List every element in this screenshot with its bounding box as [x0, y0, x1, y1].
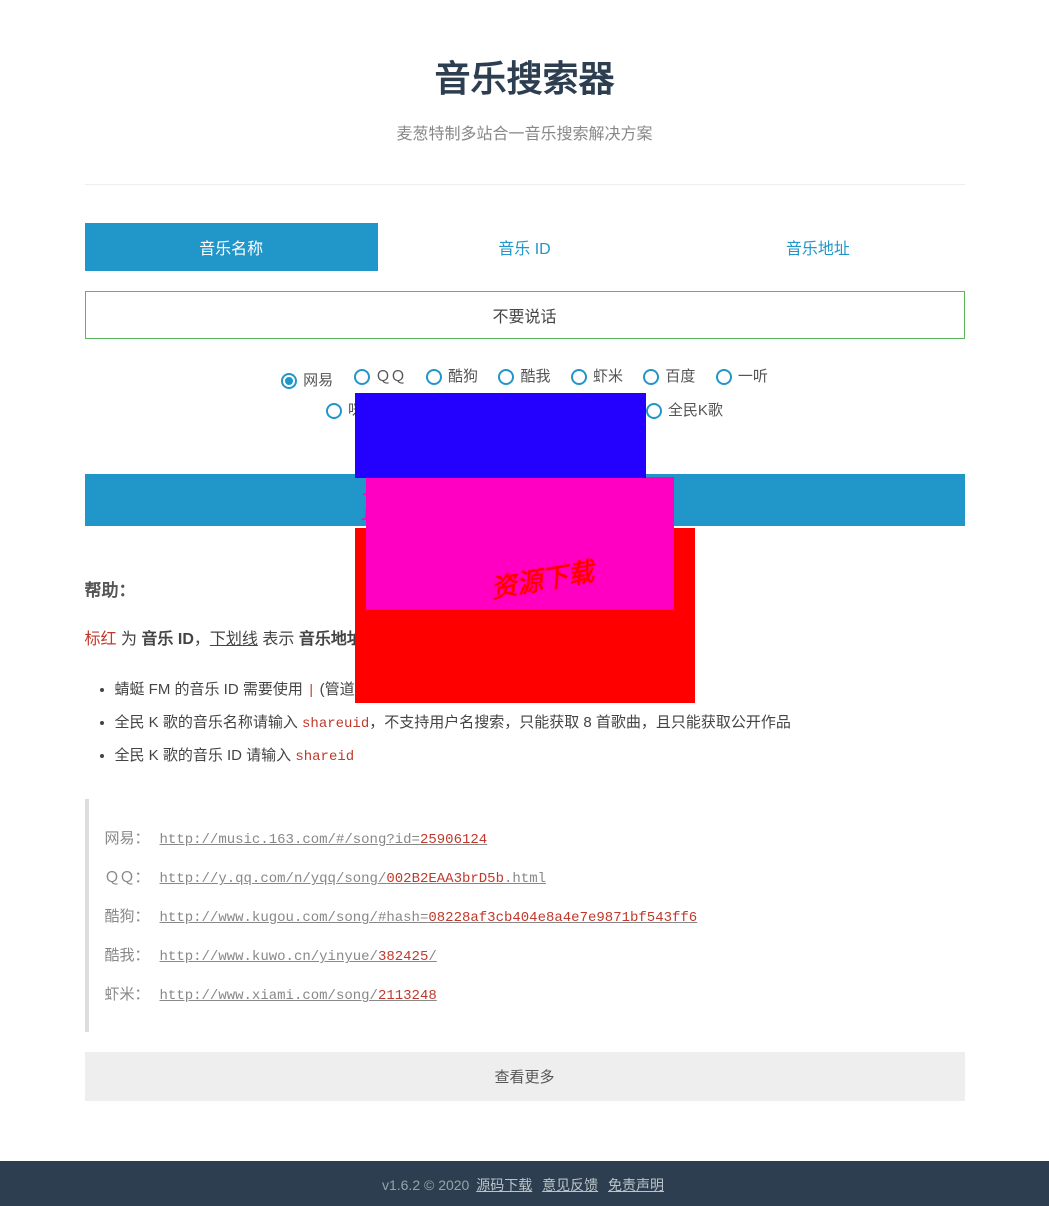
example-link[interactable]: http://music.163.com/#/song?id=25906124 [160, 832, 488, 848]
footer-link-1[interactable]: 意见反馈 [542, 1177, 598, 1193]
tab-1[interactable]: 音乐 ID [378, 223, 671, 271]
radio-icon [571, 369, 587, 385]
example-label: 酷我： [105, 947, 150, 964]
example-link[interactable]: http://www.kugou.com/song/#hash=08228af3… [160, 910, 698, 926]
tab-0[interactable]: 音乐名称 [85, 223, 378, 271]
radio-icon [354, 369, 370, 385]
radio-icon [643, 369, 659, 385]
example-4: 虾米： http://www.xiami.com/song/2113248 [105, 983, 965, 1004]
source-radio-6[interactable]: 一听 [716, 363, 768, 392]
radio-label: 百度 [665, 363, 695, 392]
tab-2[interactable]: 音乐地址 [671, 223, 964, 271]
example-2: 酷狗： http://www.kugou.com/song/#hash=08228… [105, 905, 965, 926]
show-more-button[interactable]: 查看更多 [85, 1052, 965, 1101]
source-radio-3[interactable]: 酷我 [498, 363, 550, 392]
example-link[interactable]: http://www.xiami.com/song/2113248 [160, 988, 437, 1004]
footer-link-0[interactable]: 源码下载 [476, 1177, 532, 1193]
search-type-tabs: 音乐名称音乐 ID音乐地址 [85, 223, 965, 271]
radio-icon [498, 369, 514, 385]
page-title: 音乐搜索器 [85, 50, 965, 102]
divider [85, 184, 965, 185]
overlay-pink [366, 477, 674, 610]
source-radio-4[interactable]: 虾米 [571, 363, 623, 392]
example-0: 网易： http://music.163.com/#/song?id=259061… [105, 827, 965, 848]
example-label: 网易： [105, 830, 150, 847]
example-link[interactable]: http://www.kuwo.cn/yinyue/382425/ [160, 949, 437, 965]
search-input[interactable] [85, 291, 965, 339]
radio-icon [716, 369, 732, 385]
source-radio-2[interactable]: 酷狗 [426, 363, 478, 392]
radio-label: 酷我 [520, 363, 550, 392]
footer-link-2[interactable]: 免责声明 [608, 1177, 664, 1193]
radio-icon [326, 403, 342, 419]
footer-version: v1.6.2 © 2020 [382, 1177, 473, 1193]
radio-label: 一听 [738, 363, 768, 392]
help-item-1: 全民 K 歌的音乐名称请输入 shareuid，不支持用户名搜索，只能获取 8 … [115, 710, 965, 737]
example-label: 酷狗： [105, 908, 150, 925]
radio-icon [281, 373, 297, 389]
page-subtitle: 麦葱特制多站合一音乐搜索解决方案 [85, 120, 965, 144]
source-radio-1[interactable]: ＱＱ [354, 363, 406, 392]
radio-label: 全民K歌 [668, 397, 723, 426]
footer: v1.6.2 © 2020 源码下载 意见反馈 免责声明 [0, 1161, 1049, 1206]
example-link[interactable]: http://y.qq.com/n/yqq/song/002B2EAA3brD5… [160, 871, 546, 887]
examples-block: 网易： http://music.163.com/#/song?id=259061… [85, 799, 965, 1032]
source-radio-11[interactable]: 全民K歌 [646, 397, 723, 426]
radio-icon [646, 403, 662, 419]
radio-icon [426, 369, 442, 385]
example-3: 酷我： http://www.kuwo.cn/yinyue/382425/ [105, 944, 965, 965]
example-label: 虾米： [105, 986, 150, 1003]
radio-label: ＱＱ [376, 363, 406, 392]
overlay-blue [355, 393, 646, 478]
radio-label: 酷狗 [448, 363, 478, 392]
source-radio-5[interactable]: 百度 [643, 363, 695, 392]
example-label: ＱＱ： [105, 869, 150, 886]
radio-label: 网易 [303, 367, 333, 396]
help-item-2: 全民 K 歌的音乐 ID 请输入 shareid [115, 743, 965, 770]
example-1: ＱＱ： http://y.qq.com/n/yqq/song/002B2EAA3b… [105, 866, 965, 887]
radio-label: 虾米 [593, 363, 623, 392]
source-radio-0[interactable]: 网易 [281, 367, 333, 396]
